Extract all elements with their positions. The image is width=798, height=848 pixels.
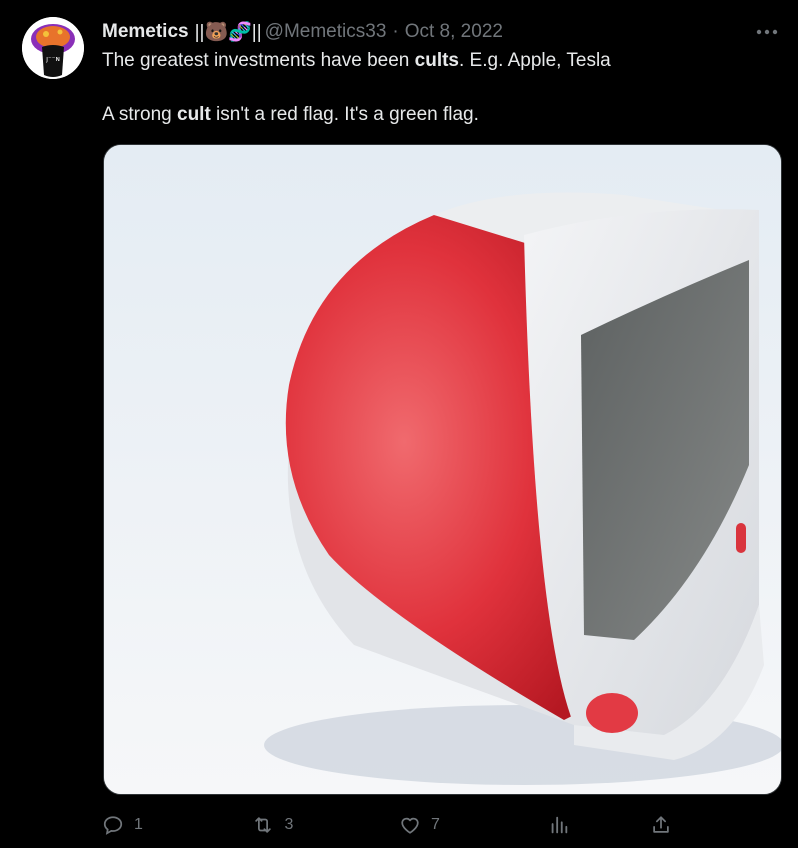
share-icon xyxy=(653,816,669,833)
retweet-icon xyxy=(254,817,271,833)
author-handle[interactable]: @Memetics33 xyxy=(265,21,387,43)
badge-emojis: ||🐻🧬|| xyxy=(194,22,262,43)
bold-text: cults xyxy=(414,50,459,71)
tweet-actions: 1 3 7 xyxy=(102,810,674,840)
share-button[interactable] xyxy=(650,814,674,836)
reply-count: 1 xyxy=(134,816,143,833)
more-button[interactable] xyxy=(752,20,778,44)
separator-dot: · xyxy=(392,21,399,42)
like-button[interactable]: 7 xyxy=(399,814,469,836)
text-segment: A strong xyxy=(102,104,177,125)
reply-icon xyxy=(103,816,123,835)
mushroom-avatar-icon: ȷ⁻⁻ɴ xyxy=(22,17,84,79)
retweet-count: 3 xyxy=(284,816,294,833)
avatar[interactable]: ȷ⁻⁻ɴ xyxy=(22,17,84,79)
reply-button[interactable]: 1 xyxy=(102,814,172,836)
svg-text:ȷ⁻⁻ɴ: ȷ⁻⁻ɴ xyxy=(45,55,60,63)
text-segment: The greatest investments have been xyxy=(102,50,415,71)
retweet-button[interactable]: 3 xyxy=(251,814,321,836)
analytics-icon xyxy=(551,816,567,834)
tweet-line-1: The greatest investments have been cults… xyxy=(102,47,762,74)
like-icon xyxy=(401,817,419,834)
analytics-button[interactable] xyxy=(548,814,572,836)
like-count: 7 xyxy=(431,816,440,833)
more-icon xyxy=(756,29,778,35)
tweet-date[interactable]: Oct 8, 2022 xyxy=(405,21,503,43)
text-segment: . E.g. Apple, Tesla xyxy=(459,50,611,71)
author-badges: ||🐻🧬|| xyxy=(195,20,262,44)
tweet-text: The greatest investments have been cults… xyxy=(102,47,762,128)
bold-text: cult xyxy=(177,104,211,125)
author-name[interactable]: Memetics xyxy=(102,21,189,43)
tweet-media-image[interactable] xyxy=(103,144,782,795)
text-segment: isn't a red flag. It's a green flag. xyxy=(210,104,479,125)
tweet-header: Memetics ||🐻🧬|| @Memetics33 · Oct 8, 202… xyxy=(102,20,778,44)
imac-photo xyxy=(104,145,781,794)
tweet-line-2: A strong cult isn't a red flag. It's a g… xyxy=(102,101,762,128)
